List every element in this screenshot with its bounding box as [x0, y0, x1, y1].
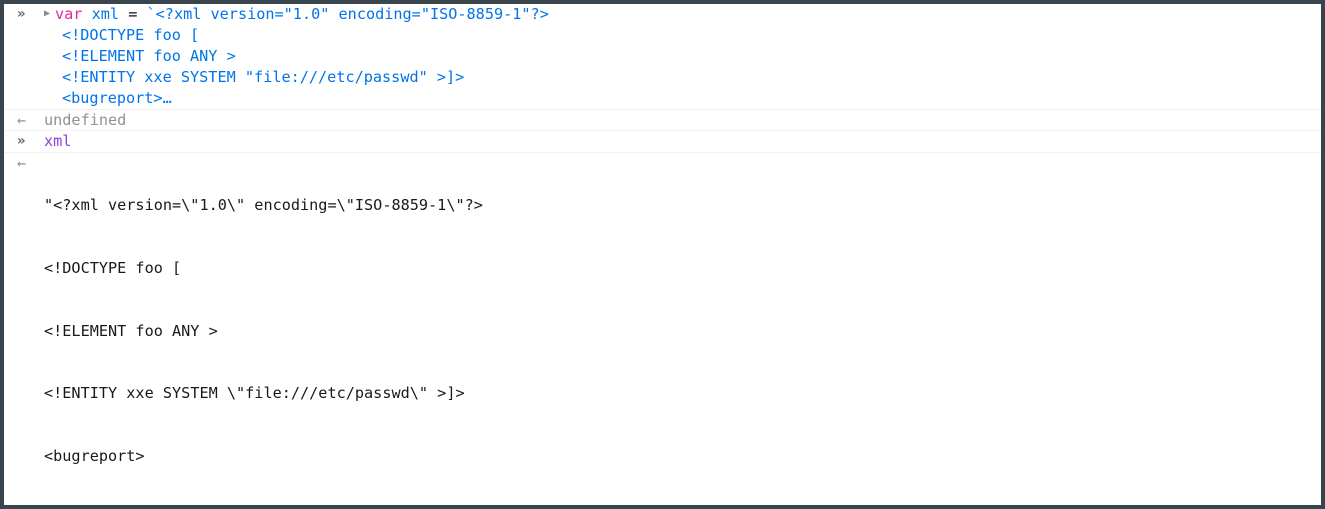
- string-line-2: <!DOCTYPE foo [: [44, 258, 182, 277]
- console-input-row[interactable]: » var xml = `<?xml version="1.0" encodin…: [4, 4, 1321, 109]
- console-output-list: » var xml = `<?xml version="1.0" encodin…: [4, 4, 1321, 505]
- string-line-1: "<?xml version=\"1.0\" encoding=\"ISO-88…: [44, 196, 483, 215]
- output-marker: ←: [17, 110, 27, 129]
- expression-xml: xml: [44, 132, 72, 151]
- xml-source-line-5: <bugreport>…: [62, 88, 172, 107]
- expand-triangle-icon[interactable]: [44, 4, 55, 25]
- output-marker: ←: [17, 154, 27, 173]
- input-marker: »: [17, 133, 26, 150]
- console-input-expression[interactable]: xml: [44, 131, 1321, 152]
- console-result-value: undefined: [44, 110, 1321, 131]
- undefined-value: undefined: [44, 110, 127, 129]
- devtools-console-panel[interactable]: » var xml = `<?xml version="1.0" encodin…: [0, 0, 1325, 509]
- keyword-var: var: [55, 5, 83, 23]
- xml-source-remaining-lines: <!DOCTYPE foo [ <!ELEMENT foo ANY > <!ENTI…: [44, 25, 1317, 109]
- string-line-4: <!ENTITY xxe SYSTEM \"file:///etc/passwd…: [44, 384, 465, 403]
- xml-source-line-1: <?xml version="1.0" encoding="ISO-8859-1…: [155, 5, 549, 23]
- xml-source-line-3: <!ELEMENT foo ANY >: [62, 46, 236, 65]
- xml-source-line-2: <!DOCTYPE foo [: [62, 25, 200, 44]
- console-string-result: "<?xml version=\"1.0\" encoding=\"ISO-88…: [44, 153, 1321, 505]
- xml-source-line-4: <!ENTITY xxe SYSTEM "file:///etc/passwd"…: [62, 67, 465, 86]
- console-output-row-string[interactable]: ← "<?xml version=\"1.0\" encoding=\"ISO-…: [4, 152, 1321, 505]
- console-output-row-undefined[interactable]: ← undefined: [4, 108, 1321, 131]
- string-line-5: <bugreport>: [44, 447, 145, 466]
- assign-operator: =: [128, 5, 138, 23]
- string-line-3: <!ELEMENT foo ANY >: [44, 321, 218, 340]
- console-input-source[interactable]: var xml = `<?xml version="1.0" encoding=…: [44, 4, 1321, 109]
- template-literal-backtick: `: [146, 5, 156, 23]
- input-marker: »: [17, 6, 26, 22]
- variable-name: xml: [91, 5, 120, 23]
- console-input-row-xml[interactable]: » xml: [4, 130, 1321, 152]
